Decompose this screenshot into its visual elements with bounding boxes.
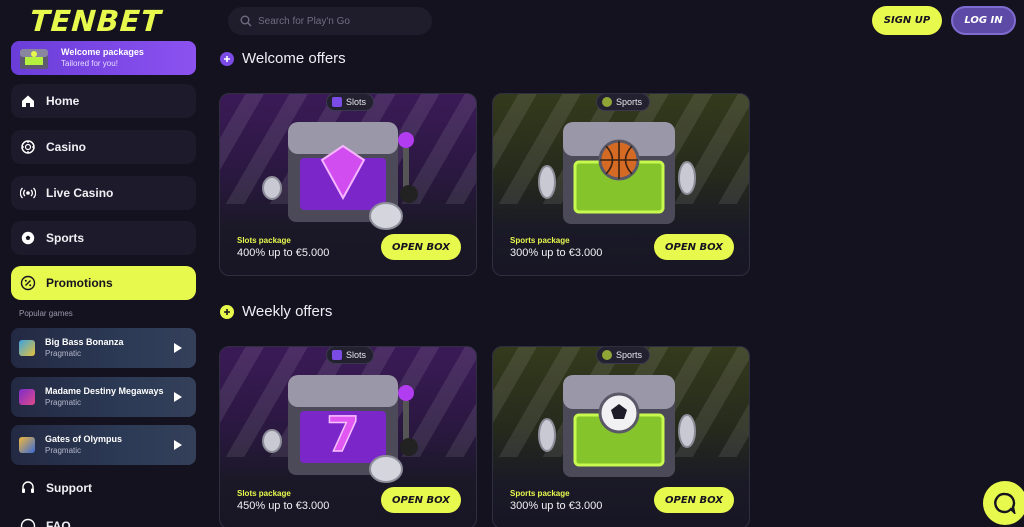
open-box-button[interactable]: OPEN BOX xyxy=(381,487,461,513)
game-name: Gates of Olympus xyxy=(45,434,123,444)
welcome-card-subtitle: Tailored for you! xyxy=(61,59,118,68)
game-thumbnail xyxy=(19,340,35,356)
category-tag-label: Slots xyxy=(346,97,367,107)
gift-icon xyxy=(220,51,234,66)
log-in-button[interactable]: LOG IN xyxy=(951,6,1016,35)
game-thumbnail xyxy=(19,389,35,405)
nav-item-live-casino[interactable]: Live Casino xyxy=(11,176,196,210)
percent-badge-icon xyxy=(20,275,36,291)
slots-chest-seven-icon: 7 xyxy=(262,375,418,483)
nav-item-casino[interactable]: Casino xyxy=(11,130,196,164)
offer-card-welcome-slots[interactable]: Slots Slots package 400% up to €5.000 OP… xyxy=(219,93,477,276)
svg-text:7: 7 xyxy=(326,407,359,463)
nav-item-sports[interactable]: Sports xyxy=(11,221,196,255)
section-weekly-offers: Weekly offers xyxy=(220,303,332,320)
category-tag-label: Sports xyxy=(616,350,643,360)
search-icon xyxy=(240,15,252,27)
section-welcome-offers: Welcome offers xyxy=(220,50,346,67)
treasure-chest-icon xyxy=(20,49,48,69)
package-bonus: 300% up to €3.000 xyxy=(510,247,603,259)
game-name: Big Bass Bonanza xyxy=(45,337,124,347)
category-tag-label: Sports xyxy=(616,97,643,107)
offer-card-welcome-sports[interactable]: Sports Sports package 300% up to €3.000 … xyxy=(492,93,750,276)
nav-item-label: Support xyxy=(46,481,92,495)
package-name: Sports package xyxy=(510,489,570,498)
nav-item-support[interactable]: Support xyxy=(11,473,196,503)
nav-item-label: Home xyxy=(46,94,80,108)
chat-bubble-icon xyxy=(994,492,1016,514)
game-provider: Pragmatic xyxy=(45,446,82,455)
sports-chest-soccer-ball-icon xyxy=(538,375,696,477)
slots-chest-diamond-icon xyxy=(262,122,418,230)
nav-item-label: Sports xyxy=(46,231,85,245)
tenbet-logo[interactable]: TENBET xyxy=(29,4,163,38)
popular-game-madame-destiny[interactable]: Madame Destiny Megaways Pragmatic xyxy=(11,377,196,417)
play-icon[interactable] xyxy=(174,440,182,450)
sports-icon xyxy=(602,97,612,107)
section-title-text: Welcome offers xyxy=(242,50,346,67)
popular-games-heading: Popular games xyxy=(19,309,73,318)
nav-item-label: Promotions xyxy=(46,276,113,290)
sports-icon xyxy=(602,350,612,360)
play-icon[interactable] xyxy=(174,392,182,402)
game-provider: Pragmatic xyxy=(45,398,82,407)
category-tag: Sports xyxy=(596,94,651,111)
package-name: Slots package xyxy=(237,236,291,245)
slots-icon xyxy=(332,97,342,107)
open-box-button[interactable]: OPEN BOX xyxy=(381,234,461,260)
nav-item-label: Casino xyxy=(46,140,87,154)
category-tag: Slots xyxy=(326,347,375,364)
live-broadcast-icon xyxy=(20,185,36,201)
home-icon xyxy=(20,93,36,109)
play-icon[interactable] xyxy=(174,343,182,353)
package-bonus: 300% up to €3.000 xyxy=(510,500,603,512)
slots-icon xyxy=(332,350,342,360)
nav-item-label: Live Casino xyxy=(46,186,114,200)
package-name: Slots package xyxy=(237,489,291,498)
package-bonus: 450% up to €3.000 xyxy=(237,500,330,512)
headset-icon xyxy=(22,481,34,493)
category-tag-label: Slots xyxy=(346,350,367,360)
welcome-card-title: Welcome packages xyxy=(61,47,144,57)
game-thumbnail xyxy=(19,437,35,453)
open-box-button[interactable]: OPEN BOX xyxy=(654,234,734,260)
calendar-icon xyxy=(220,304,234,319)
live-chat-button[interactable] xyxy=(983,481,1024,525)
offer-card-weekly-slots[interactable]: 7 Slots Slots package 450% up to €3.000 … xyxy=(219,346,477,527)
category-tag: Slots xyxy=(326,94,375,111)
package-name: Sports package xyxy=(510,236,570,245)
package-bonus: 400% up to €5.000 xyxy=(237,247,330,259)
soccer-ball-icon xyxy=(20,230,36,246)
section-title-text: Weekly offers xyxy=(242,303,333,320)
game-provider: Pragmatic xyxy=(45,349,82,358)
popular-game-gates-of-olympus[interactable]: Gates of Olympus Pragmatic xyxy=(11,425,196,465)
question-icon xyxy=(20,518,36,527)
search-bar[interactable] xyxy=(228,7,432,35)
popular-game-big-bass-bonanza[interactable]: Big Bass Bonanza Pragmatic xyxy=(11,328,196,368)
welcome-packages-card[interactable]: Welcome packages Tailored for you! xyxy=(11,41,196,75)
nav-item-promotions[interactable]: Promotions xyxy=(11,266,196,300)
nav-item-label: FAQ xyxy=(46,519,71,527)
sign-up-button[interactable]: SIGN UP xyxy=(872,6,942,35)
search-input[interactable] xyxy=(258,15,418,27)
sidebar: TENBET Welcome packages Tailored for you… xyxy=(0,0,210,527)
offer-card-weekly-sports[interactable]: Sports Sports package 300% up to €3.000 … xyxy=(492,346,750,527)
open-box-button[interactable]: OPEN BOX xyxy=(654,487,734,513)
casino-chip-icon xyxy=(20,139,36,155)
sports-chest-basketball-icon xyxy=(538,122,696,224)
category-tag: Sports xyxy=(596,347,651,364)
game-name: Madame Destiny Megaways xyxy=(45,386,164,396)
nav-item-home[interactable]: Home xyxy=(11,84,196,118)
nav-item-faq[interactable]: FAQ xyxy=(11,511,196,527)
